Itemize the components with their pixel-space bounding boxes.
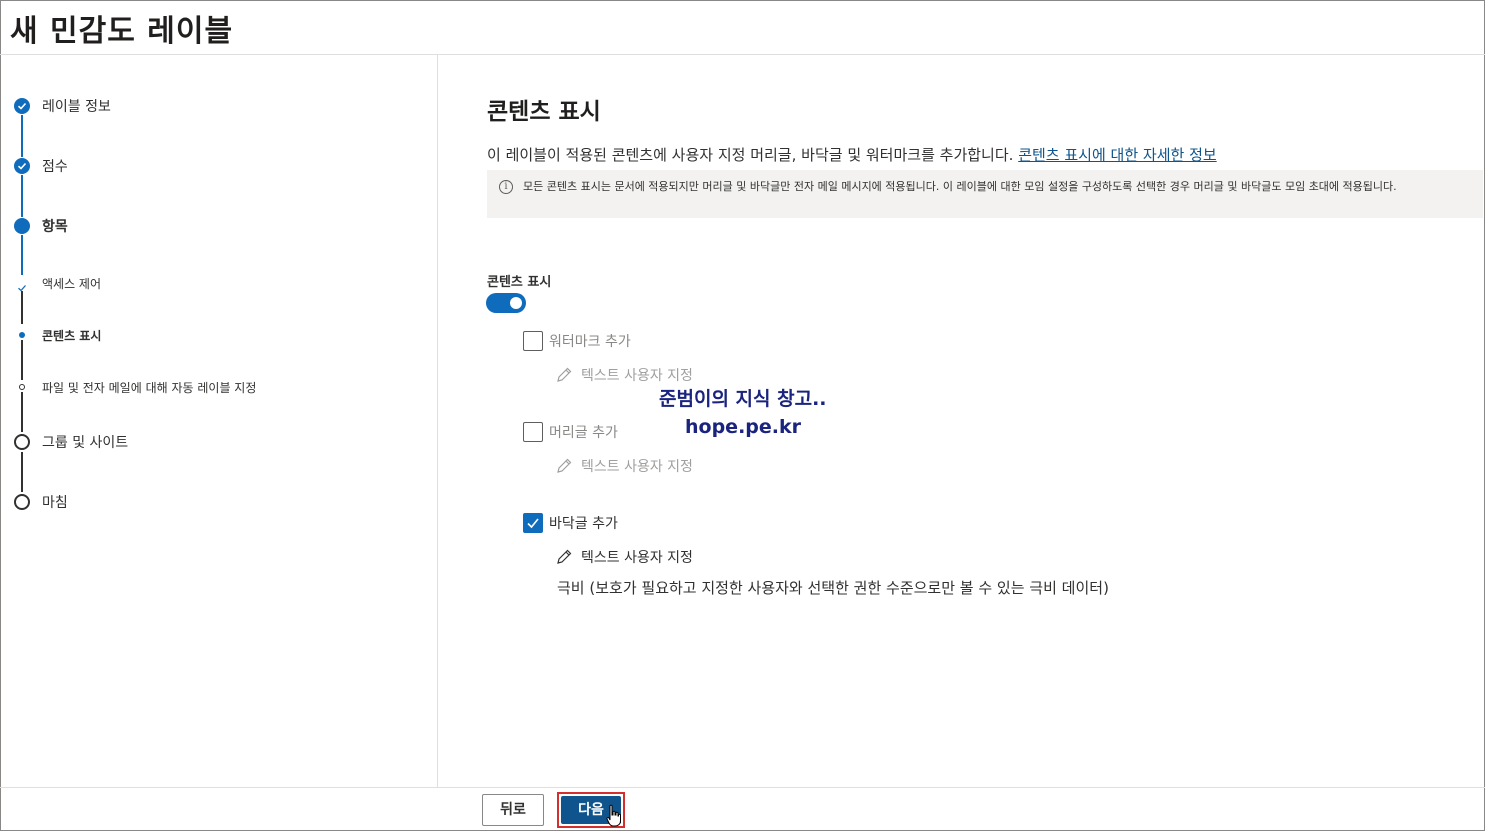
pencil-icon — [557, 549, 572, 564]
checkbox-box-checked[interactable] — [523, 513, 543, 533]
current-substep-dot-icon — [19, 332, 25, 338]
header-checkbox[interactable]: 머리글 추가 — [523, 422, 618, 442]
toggle-label: 콘텐츠 표시 — [487, 275, 552, 290]
edit-label: 텍스트 사용자 지정 — [581, 368, 693, 384]
current-step-dot-icon — [14, 218, 30, 234]
content-marking-toggle[interactable] — [486, 293, 526, 313]
small-checkmark-icon — [17, 278, 27, 292]
edit-label: 텍스트 사용자 지정 — [581, 550, 693, 566]
info-text: 모든 콘텐츠 표시는 문서에 적용되지만 머리글 및 바닥글만 전자 메일 메시… — [523, 180, 1397, 193]
page-header: 새 민감도 레이블 — [0, 0, 1485, 55]
pencil-icon — [557, 458, 572, 473]
wizard-stepper: 레이블 정보 점수 항목 액세스 제어 콘텐츠 표시 파일 및 전자 메일에 대… — [0, 55, 438, 787]
step-label: 항목 — [42, 219, 68, 235]
checkbox-box[interactable] — [523, 331, 543, 351]
page-title: 새 민감도 레이블 — [10, 14, 234, 49]
footer-customize-text[interactable]: 텍스트 사용자 지정 — [555, 547, 693, 567]
pencil-icon — [557, 367, 572, 382]
step-label: 마침 — [42, 495, 68, 511]
info-icon: i — [499, 180, 513, 194]
learn-more-link[interactable]: 콘텐츠 표시에 대한 자세한 정보 — [1018, 146, 1216, 164]
step-connector — [21, 291, 23, 324]
edit-label: 텍스트 사용자 지정 — [581, 459, 693, 475]
step-label: 콘텐츠 표시 — [42, 328, 102, 343]
step-label: 점수 — [42, 159, 68, 175]
step-connector — [21, 175, 23, 217]
step-connector — [21, 340, 23, 380]
watermark-checkbox[interactable]: 워터마크 추가 — [523, 331, 631, 351]
watermark-line1: 준범이의 지식 창고.. — [659, 388, 827, 410]
checkbox-label: 워터마크 추가 — [549, 334, 631, 350]
watermark-customize-text[interactable]: 텍스트 사용자 지정 — [555, 365, 693, 385]
step-connector — [21, 452, 23, 492]
footer-checkbox[interactable]: 바닥글 추가 — [523, 513, 618, 533]
info-message-bar: i 모든 콘텐츠 표시는 문서에 적용되지만 머리글 및 바닥글만 전자 메일 … — [487, 170, 1483, 218]
footer-text-value: 극비 (보호가 필요하고 지정한 사용자와 선택한 권한 수준으로만 볼 수 있… — [557, 579, 1109, 597]
step-label: 레이블 정보 — [42, 99, 111, 115]
pending-step-icon — [14, 434, 30, 450]
footer-bar: 뒤로 다음 — [0, 787, 1485, 831]
checkmark-icon — [527, 518, 539, 529]
checkbox-box[interactable] — [523, 422, 543, 442]
step-label: 액세스 제어 — [42, 276, 102, 291]
step-connector — [21, 392, 23, 432]
checkmark-icon — [14, 98, 30, 114]
watermark-line2: hope.pe.kr — [685, 416, 801, 438]
main-panel: 콘텐츠 표시 이 레이블이 적용된 콘텐츠에 사용자 지정 머리글, 바닥글 및… — [439, 55, 1485, 787]
step-label: 파일 및 전자 메일에 대해 자동 레이블 지정 — [42, 380, 257, 395]
pending-step-icon — [14, 494, 30, 510]
pending-substep-icon — [19, 384, 25, 390]
header-customize-text[interactable]: 텍스트 사용자 지정 — [555, 456, 693, 476]
step-connector — [21, 115, 23, 157]
section-title: 콘텐츠 표시 — [487, 99, 601, 125]
back-button[interactable]: 뒤로 — [482, 794, 544, 826]
hand-cursor-icon — [606, 804, 621, 827]
step-connector — [21, 235, 23, 275]
description-text: 이 레이블이 적용된 콘텐츠에 사용자 지정 머리글, 바닥글 및 워터마크를 … — [487, 146, 1019, 164]
step-label: 그룹 및 사이트 — [42, 435, 129, 451]
toggle-knob — [510, 297, 522, 309]
blog-watermark: 준범이의 지식 창고.. hope.pe.kr — [659, 385, 827, 441]
description: 이 레이블이 적용된 콘텐츠에 사용자 지정 머리글, 바닥글 및 워터마크를 … — [487, 144, 1217, 165]
checkbox-label: 머리글 추가 — [549, 425, 618, 441]
checkmark-icon — [14, 158, 30, 174]
checkbox-label: 바닥글 추가 — [549, 516, 618, 532]
